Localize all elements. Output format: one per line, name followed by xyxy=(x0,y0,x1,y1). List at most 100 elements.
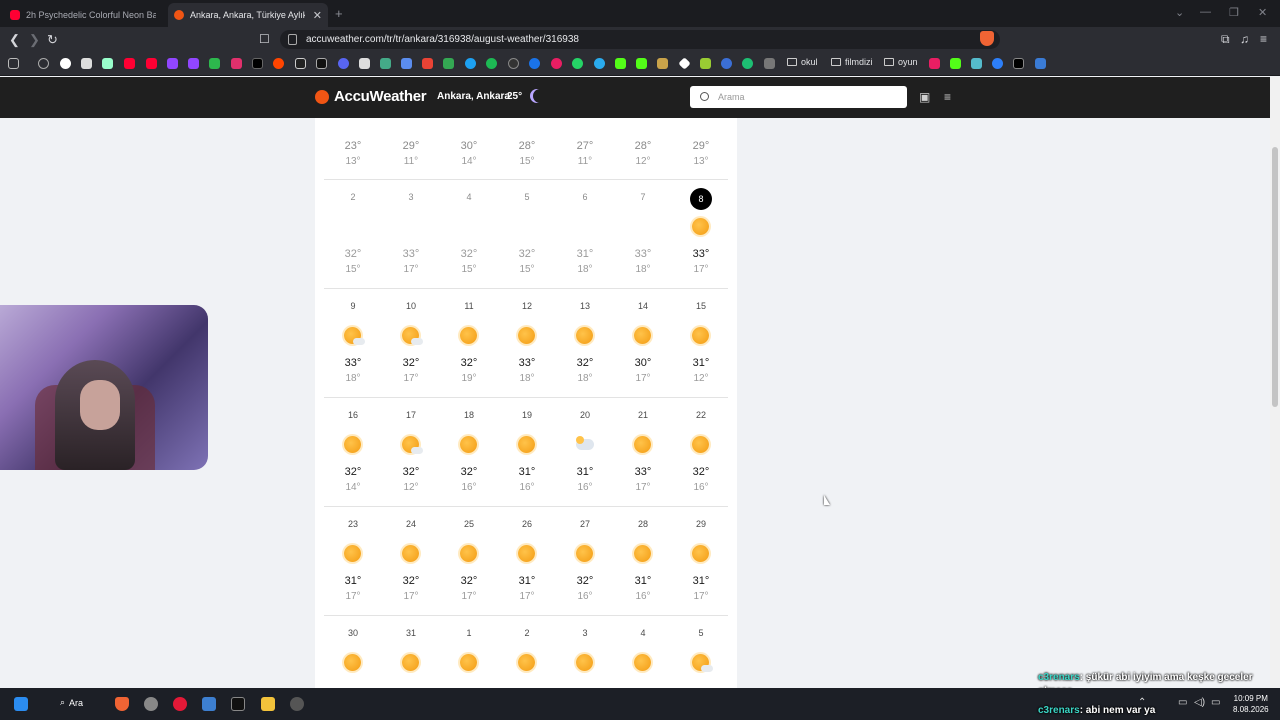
day-low-temp: 17° xyxy=(403,373,419,384)
bookmark-icon[interactable] xyxy=(764,58,775,69)
site-info-icon[interactable] xyxy=(288,34,297,45)
day-low-temp: 17° xyxy=(693,591,709,602)
bookmark-icon[interactable] xyxy=(657,58,668,69)
file-explorer-icon[interactable] xyxy=(261,697,275,711)
day-number: 6 xyxy=(582,192,588,202)
close-tab-icon[interactable]: ✕ xyxy=(313,9,322,22)
taskbar-app-icon[interactable] xyxy=(202,697,216,711)
media-icon[interactable]: ♫ xyxy=(1240,32,1249,46)
forward-icon[interactable]: ❯ xyxy=(29,32,40,48)
day-number: 18 xyxy=(463,410,474,420)
chat-username: c3renars xyxy=(1038,705,1080,716)
current-temperature[interactable]: 25° xyxy=(507,91,522,102)
bookmark-icon[interactable] xyxy=(971,58,982,69)
bookmark-icon[interactable] xyxy=(359,58,370,69)
bookmark-icon[interactable] xyxy=(380,58,391,69)
extensions-icon[interactable]: ⧉ xyxy=(1221,32,1230,47)
maximize-button[interactable]: ❐ xyxy=(1229,6,1239,19)
twitch-icon[interactable] xyxy=(167,58,178,69)
bookmark-folder-okul[interactable]: okul xyxy=(787,57,818,67)
page-scrollbar[interactable] xyxy=(1270,77,1280,688)
tiktok-icon[interactable] xyxy=(316,58,327,69)
bookmark-icon[interactable] xyxy=(295,58,306,69)
bookmark-icon[interactable] xyxy=(465,58,476,69)
day-low-temp: 19° xyxy=(461,373,477,384)
bookmark-folder-filmdizi[interactable]: filmdizi xyxy=(831,57,873,67)
taskbar-app-icon[interactable] xyxy=(173,697,187,711)
reload-icon[interactable]: ↻ xyxy=(47,32,58,48)
bookmark-icon[interactable] xyxy=(678,57,691,70)
brave-taskbar-icon[interactable] xyxy=(115,697,129,711)
bookmark-icon[interactable] xyxy=(1013,58,1024,69)
bookmark-icon[interactable] xyxy=(1035,58,1046,69)
accuweather-logo[interactable]: AccuWeather xyxy=(315,88,427,105)
bookmark-icon[interactable] xyxy=(81,58,92,69)
sunny-icon xyxy=(634,436,653,455)
kick-icon[interactable] xyxy=(636,58,647,69)
telegram-icon[interactable] xyxy=(594,58,605,69)
bookmark-icon[interactable] xyxy=(992,58,1003,69)
battery-icon[interactable]: ▭ xyxy=(1211,697,1220,708)
github-icon[interactable] xyxy=(508,58,519,69)
accuweather-icon xyxy=(174,10,184,20)
bookmark-icon[interactable] xyxy=(209,58,220,69)
twitch-icon[interactable] xyxy=(188,58,199,69)
gmail-icon[interactable] xyxy=(422,58,433,69)
day-high-temp: 32° xyxy=(460,248,478,260)
taskbar-app-icon[interactable] xyxy=(144,697,158,711)
day-number: 15 xyxy=(695,301,706,311)
day-number: 3 xyxy=(408,192,414,202)
tab-search-icon[interactable]: ⌄ xyxy=(1175,6,1184,19)
tab-accuweather[interactable]: Ankara, Ankara, Türkiye Aylık Ha... ✕ xyxy=(168,3,328,27)
youtube-icon[interactable] xyxy=(146,58,157,69)
bookmark-icon[interactable] xyxy=(551,58,562,69)
history-icon[interactable] xyxy=(38,58,49,69)
bookmark-icon[interactable] xyxy=(742,58,753,69)
taskbar-app-icon[interactable] xyxy=(290,697,304,711)
kick-icon[interactable] xyxy=(950,58,961,69)
bookmark-icon[interactable] xyxy=(102,58,113,69)
video-icon[interactable]: ▣ xyxy=(919,90,930,104)
kick-icon[interactable] xyxy=(615,58,626,69)
bookmark-folder-oyun[interactable]: oyun xyxy=(884,57,918,67)
system-clock[interactable]: 10:09 PM 8.08.2026 xyxy=(1233,693,1269,715)
close-window-button[interactable]: ✕ xyxy=(1258,6,1267,19)
bookmark-icon[interactable] xyxy=(529,58,540,69)
back-icon[interactable]: ❮ xyxy=(9,32,20,48)
url-field[interactable]: accuweather.com/tr/tr/ankara/316938/augu… xyxy=(280,30,1000,49)
windows-start-icon[interactable] xyxy=(14,697,28,711)
spotify-icon[interactable] xyxy=(486,58,497,69)
brave-shields-icon[interactable] xyxy=(980,31,994,46)
tab-youtube[interactable]: 2h Psychedelic Colorful Neon Backg... xyxy=(4,3,164,27)
hamburger-menu-icon[interactable]: ≡ xyxy=(944,90,951,104)
day-high-temp: 33° xyxy=(518,357,536,369)
day-number: 27 xyxy=(579,519,590,529)
bookmark-icon[interactable]: ☐ xyxy=(259,32,270,46)
discord-icon[interactable] xyxy=(338,58,349,69)
x-icon[interactable] xyxy=(252,58,263,69)
menu-icon[interactable]: ≡ xyxy=(1260,32,1267,46)
network-icon[interactable]: ▭ xyxy=(1178,697,1187,708)
google-icon[interactable] xyxy=(60,58,71,69)
search-input[interactable]: Arama xyxy=(690,86,907,108)
reddit-icon[interactable] xyxy=(273,58,284,69)
location-name[interactable]: Ankara, Ankara xyxy=(437,91,510,102)
bookmark-icon[interactable] xyxy=(700,58,711,69)
instagram-icon[interactable] xyxy=(231,58,242,69)
bookmark-icon[interactable] xyxy=(929,58,940,69)
taskbar-search[interactable]: ⌕ Ara xyxy=(60,697,83,708)
bookmark-icon[interactable] xyxy=(401,58,412,69)
volume-icon[interactable]: ◁) xyxy=(1194,697,1205,708)
day-number: 4 xyxy=(640,628,646,638)
taskbar-app-icon[interactable] xyxy=(231,697,245,711)
new-tab-button[interactable]: + xyxy=(335,6,343,21)
youtube-icon[interactable] xyxy=(124,58,135,69)
day-high-temp: 28° xyxy=(634,140,652,152)
whatsapp-icon[interactable] xyxy=(572,58,583,69)
drive-icon[interactable] xyxy=(443,58,454,69)
bookmark-icon[interactable] xyxy=(721,58,732,69)
search-icon: ⌕ xyxy=(60,697,66,707)
minimize-button[interactable]: — xyxy=(1200,6,1211,18)
scrollbar-thumb[interactable] xyxy=(1272,147,1278,407)
apps-icon[interactable] xyxy=(8,58,19,69)
